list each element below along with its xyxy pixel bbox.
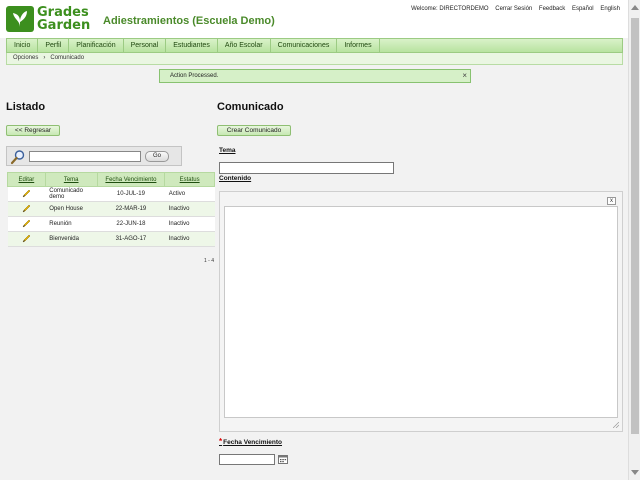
nav-estudiantes[interactable]: Estudiantes (166, 39, 218, 52)
main-nav: Inicio Perfil Planificación Personal Est… (6, 38, 623, 53)
app-title: Adiestramientos (Escuela Demo) (103, 15, 275, 27)
header: Grades Garden Adiestramientos (Escuela D… (0, 0, 628, 38)
search-input[interactable] (29, 151, 141, 162)
cell-tema: Bienvenida (45, 231, 98, 247)
english-link[interactable]: English (600, 6, 620, 12)
go-button[interactable]: Go (145, 151, 169, 162)
comunicado-title: Comunicado (217, 101, 284, 113)
logout-link[interactable]: Cerrar Sesión (495, 6, 532, 12)
page-scrollbar[interactable] (628, 0, 640, 480)
leaf-logo-icon (6, 6, 34, 32)
cell-estatus: Inactivo (164, 231, 215, 247)
grades-garden-logo[interactable]: Grades Garden (6, 6, 94, 36)
fecha-vencimiento-input[interactable] (219, 454, 275, 465)
top-links: Welcome: DIRECTORDEMO Cerrar Sesión Feed… (406, 6, 620, 12)
tema-input[interactable] (219, 162, 394, 174)
table-header-row: Editar Tema Fecha Vencimiento Estatus (7, 172, 215, 187)
cell-tema: Comunicado demo (45, 186, 98, 202)
table-row: Bienvenida 31-AGO-17 Inactivo (7, 231, 215, 247)
spanish-link[interactable]: Español (572, 6, 594, 12)
back-button[interactable]: << Regresar (6, 125, 60, 136)
pager: 1 - 4 (204, 258, 215, 264)
col-fecha-vencimiento[interactable]: Fecha Vencimiento (96, 172, 166, 187)
crear-comunicado-button[interactable]: Crear Comunicado (217, 125, 291, 136)
cell-estatus: Inactivo (164, 216, 215, 232)
col-estatus[interactable]: Estatus (164, 172, 215, 187)
fecha-label-text: Fecha Vencimiento (223, 439, 283, 446)
nav-informes[interactable]: Informes (337, 39, 380, 52)
cell-estatus: Activo (164, 186, 215, 202)
close-icon[interactable]: x (607, 197, 616, 205)
nav-inicio[interactable]: Inicio (7, 39, 39, 52)
scroll-thumb[interactable] (631, 18, 639, 434)
tema-label: Tema (219, 147, 236, 154)
breadcrumb-opciones[interactable]: Opciones (13, 55, 38, 61)
calendar-icon[interactable] (278, 454, 288, 466)
resize-grip-icon[interactable] (612, 421, 620, 429)
listado-title: Listado (6, 101, 46, 113)
contenido-label: Contenido (219, 175, 252, 182)
table-row: Comunicado demo 10-JUL-19 Activo (7, 186, 215, 202)
cell-estatus: Inactivo (164, 201, 215, 217)
nav-comunicaciones[interactable]: Comunicaciones (271, 39, 338, 52)
scroll-down-icon[interactable] (631, 470, 639, 475)
alert-text: Action Processed. (170, 73, 219, 79)
feedback-link[interactable]: Feedback (539, 6, 565, 12)
col-tema[interactable]: Tema (44, 172, 98, 187)
nav-planificacion[interactable]: Planificación (69, 39, 124, 52)
cell-tema: Open House (45, 201, 98, 217)
table-row: Open House 22-MAR-19 Inactivo (7, 201, 215, 217)
edit-pencil-icon[interactable] (7, 201, 46, 217)
search-icon (10, 149, 26, 167)
content-textarea[interactable] (224, 206, 618, 418)
search-bar: Go (6, 146, 182, 166)
fecha-vencimiento-label: *Fecha Vencimiento (219, 437, 282, 446)
breadcrumb: Opciones › Comunicado (6, 53, 623, 65)
welcome-text: Welcome: DIRECTORDEMO (411, 6, 489, 12)
scroll-up-icon[interactable] (631, 5, 639, 10)
nav-perfil[interactable]: Perfil (38, 39, 70, 52)
close-icon[interactable]: × (462, 70, 467, 82)
cell-tema: Reunión (45, 216, 98, 232)
breadcrumb-comunicado: Comunicado (50, 55, 85, 61)
nav-personal[interactable]: Personal (124, 39, 167, 52)
content-editor: x (219, 191, 623, 432)
table-row: Reunión 22-JUN-18 Inactivo (7, 216, 215, 232)
alert-message: Action Processed. × (159, 69, 471, 83)
edit-pencil-icon[interactable] (7, 186, 46, 202)
edit-pencil-icon[interactable] (7, 231, 46, 247)
nav-ano-escolar[interactable]: Año Escolar (218, 39, 271, 52)
cell-fecha: 31-AGO-17 (97, 231, 165, 247)
comunicados-table: Editar Tema Fecha Vencimiento Estatus Co… (7, 172, 215, 247)
required-asterisk: * (219, 437, 223, 446)
cell-fecha: 22-JUN-18 (97, 216, 165, 232)
col-editar[interactable]: Editar (7, 172, 46, 187)
edit-pencil-icon[interactable] (7, 216, 46, 232)
breadcrumb-separator-icon: › (43, 55, 46, 61)
logo-text: Grades Garden (37, 5, 91, 33)
cell-fecha: 10-JUL-19 (97, 186, 165, 202)
cell-fecha: 22-MAR-19 (97, 201, 165, 217)
